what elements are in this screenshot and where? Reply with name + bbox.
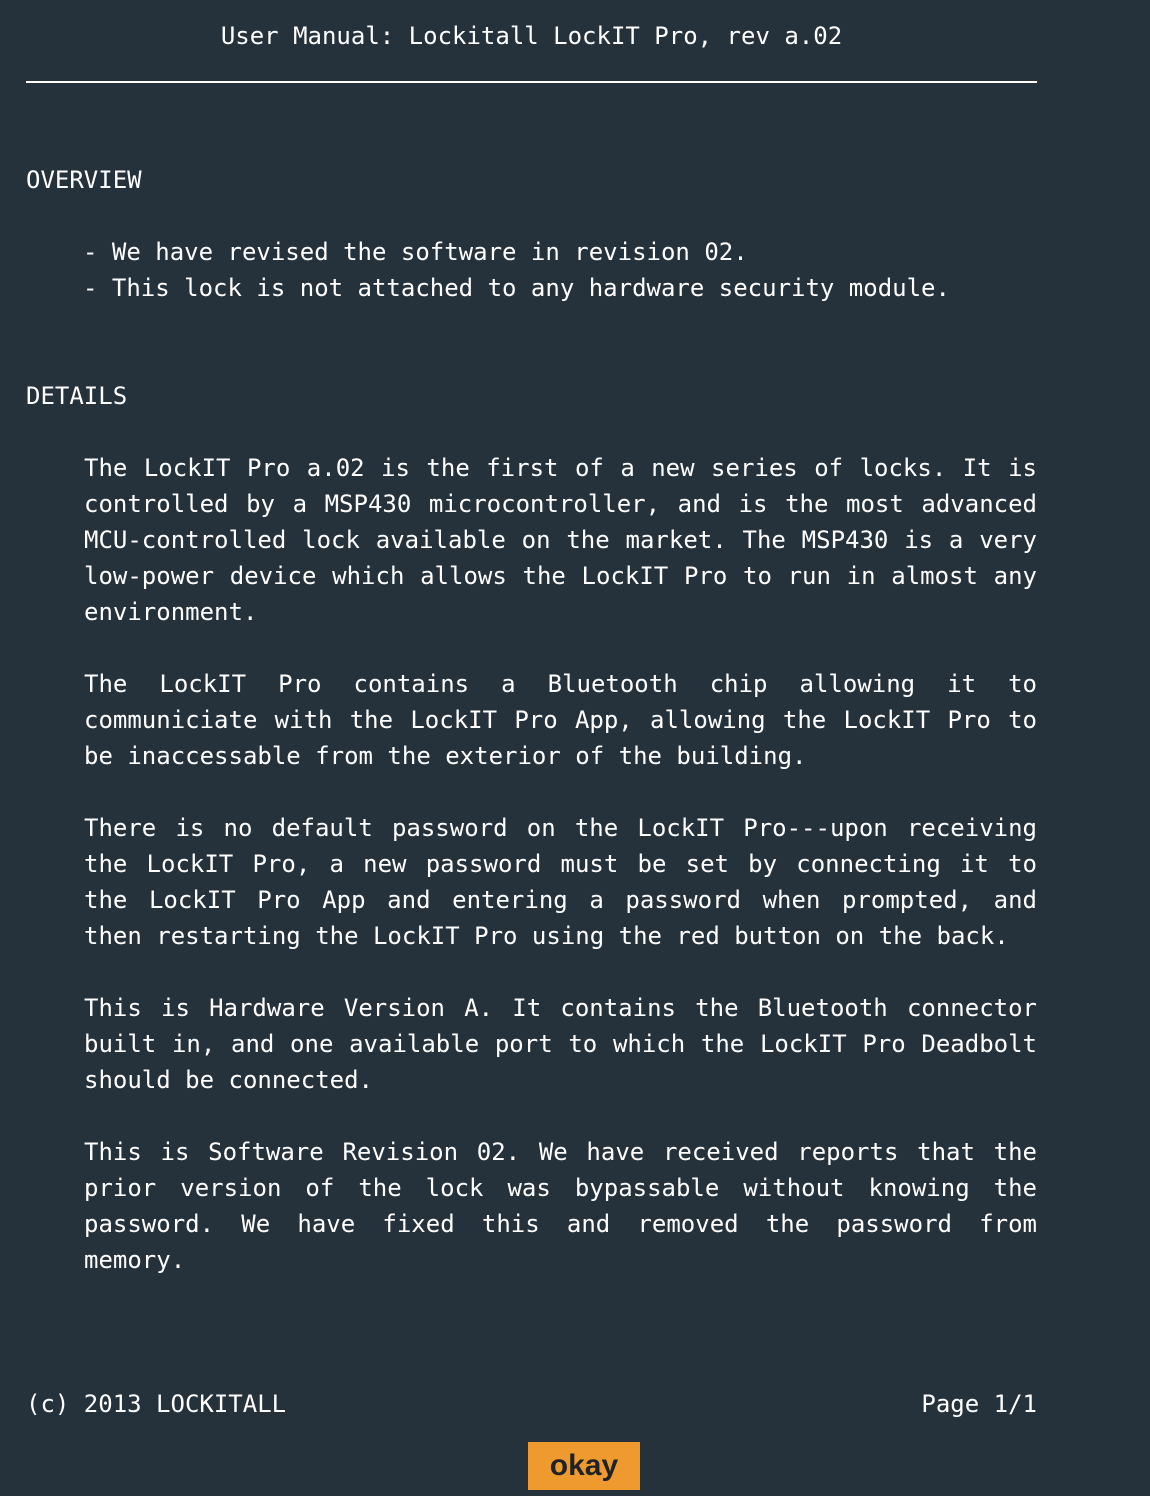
details-paragraph: This is Software Revision 02. We have re…: [84, 1138, 1037, 1274]
page-indicator: Page 1/1: [921, 1390, 1037, 1418]
details-paragraph: The LockIT Pro a.02 is the first of a ne…: [84, 454, 1037, 626]
title-divider: [26, 81, 1037, 83]
details-paragraph: The LockIT Pro contains a Bluetooth chip…: [84, 670, 1037, 770]
overview-heading: OVERVIEW: [26, 166, 142, 194]
copyright-notice: (c) 2013 LOCKITALL: [26, 1390, 287, 1418]
page-title: User Manual: Lockitall LockIT Pro, rev a…: [220, 22, 843, 50]
okay-button[interactable]: okay: [528, 1442, 640, 1490]
overview-item: - We have revised the software in revisi…: [83, 238, 748, 266]
details-heading: DETAILS: [26, 382, 128, 410]
details-paragraph: This is Hardware Version A. It contains …: [84, 994, 1037, 1094]
details-paragraph: There is no default password on the Lock…: [84, 814, 1037, 950]
overview-item: - This lock is not attached to any hardw…: [83, 274, 950, 302]
overview-list: - We have revised the software in revisi…: [83, 234, 950, 306]
